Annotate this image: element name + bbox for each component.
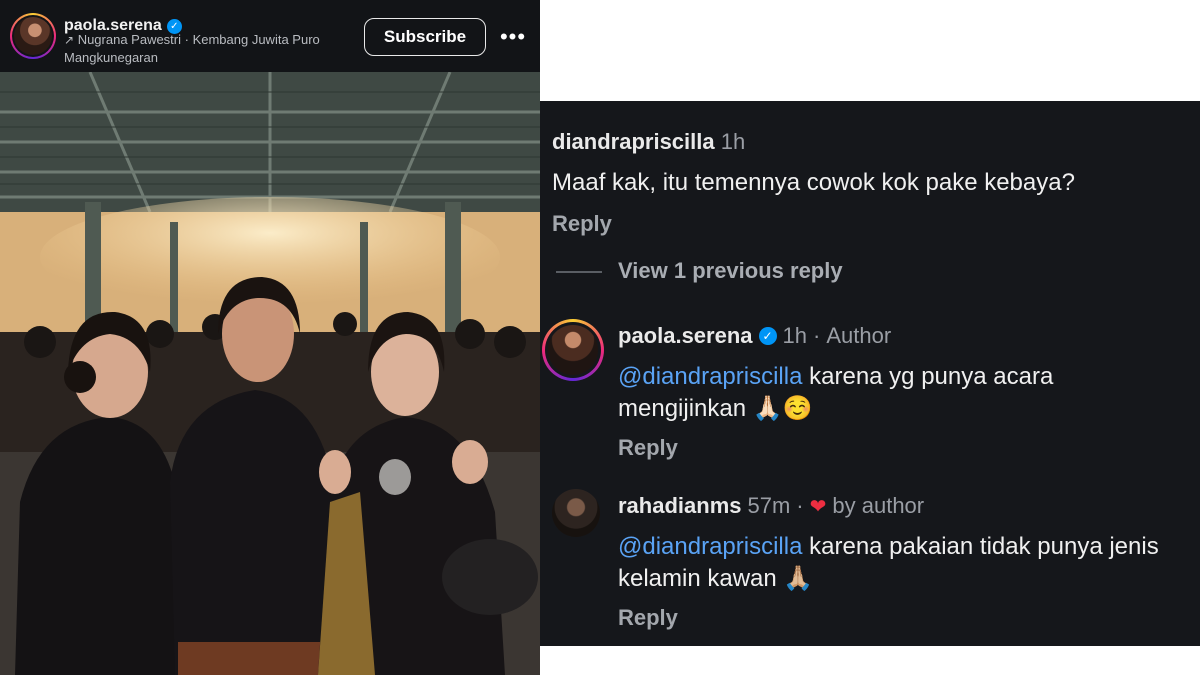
comment-text: @diandrapriscilla karena pakaian tidak p… <box>618 531 1198 595</box>
comment-time: 1h <box>720 129 746 154</box>
meta-separator: · <box>813 323 821 348</box>
comment-header: diandrapriscilla 1h <box>552 129 745 155</box>
comment-header: rahadianms 57m · ❤ by author <box>618 493 924 519</box>
author-badge: Author <box>826 323 892 348</box>
post-photo[interactable] <box>0 72 540 675</box>
meta-separator: · <box>796 493 804 518</box>
comment-username[interactable]: rahadianms <box>618 493 742 519</box>
comment-time: 57m <box>747 493 791 518</box>
reply-button[interactable]: Reply <box>618 605 678 631</box>
avatar[interactable] <box>552 489 600 537</box>
comment-text: @diandrapriscilla karena yg punya acara … <box>618 361 1188 425</box>
mention-link[interactable]: @diandrapriscilla <box>618 533 802 560</box>
comment-username[interactable]: paola.serena <box>618 323 753 349</box>
avatar[interactable] <box>542 319 604 381</box>
verified-badge-icon: ✓ <box>758 327 777 345</box>
subscribe-button[interactable]: Subscribe <box>364 18 486 56</box>
reply-button[interactable]: Reply <box>618 435 678 461</box>
post-header: paola.serena ✓ ↗ Nugrana Pawestri · Kemb… <box>0 0 540 72</box>
post-tagged-text: Nugrana Pawestri · Kembang Juwita Puro M… <box>64 32 320 65</box>
post-avatar[interactable] <box>10 13 56 59</box>
view-previous-replies-button[interactable]: View 1 previous reply <box>618 258 843 284</box>
comments-panel: diandrapriscilla 1h Maaf kak, itu temenn… <box>540 101 1200 646</box>
post-tagged-line[interactable]: ↗ Nugrana Pawestri · Kembang Juwita Puro… <box>64 31 354 67</box>
comment-username[interactable]: diandrapriscilla <box>552 129 715 154</box>
mention-link[interactable]: @diandrapriscilla <box>618 363 802 390</box>
liked-by-author-badge: by author <box>832 493 925 518</box>
reply-button[interactable]: Reply <box>552 211 612 237</box>
comment-header: paola.serena ✓ 1h · Author <box>618 323 891 349</box>
tag-arrow-icon: ↗ <box>64 33 75 47</box>
thread-divider <box>556 271 602 273</box>
comment-text: Maaf kak, itu temennya cowok kok pake ke… <box>552 169 1075 196</box>
comment-time: 1h <box>782 323 807 348</box>
instagram-post: paola.serena ✓ ↗ Nugrana Pawestri · Kemb… <box>0 0 540 675</box>
more-options-icon[interactable]: ••• <box>500 24 526 50</box>
post-photo-image <box>0 72 540 675</box>
heart-icon: ❤ <box>809 495 827 518</box>
